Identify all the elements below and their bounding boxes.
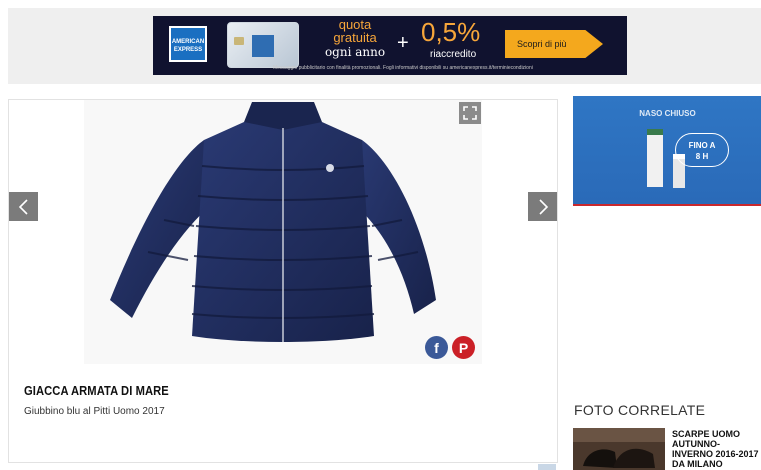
side-ad-headline: NASO CHIUSO bbox=[639, 109, 696, 118]
ad-headline-line2: gratuita bbox=[333, 30, 377, 45]
jacket-illustration bbox=[110, 102, 436, 342]
ad-choices-icon[interactable] bbox=[538, 464, 556, 470]
amex-logo: AMERICAN EXPRESS bbox=[169, 26, 207, 62]
chevron-right-icon bbox=[538, 198, 548, 215]
product-photo[interactable] bbox=[84, 100, 482, 364]
product-box-image bbox=[647, 129, 663, 187]
related-item-thumbnail[interactable] bbox=[573, 428, 665, 470]
gallery-next-button[interactable] bbox=[528, 192, 557, 221]
fullscreen-button[interactable] bbox=[459, 102, 481, 124]
ad-disclaimer: Messaggio pubblicitario con finalità pro… bbox=[273, 65, 533, 71]
amex-banner-ad[interactable]: AMERICAN EXPRESS quota gratuita ogni ann… bbox=[153, 16, 627, 75]
photo-gallery: f P GIACCA ARMATA DI MARE Giubbino blu a… bbox=[8, 99, 558, 463]
chevron-left-icon bbox=[18, 198, 28, 215]
side-ad-badge-line2: 8 H bbox=[695, 152, 709, 161]
card-centurion-logo bbox=[252, 35, 274, 57]
card-chip bbox=[234, 37, 244, 45]
gallery-prev-button[interactable] bbox=[9, 192, 38, 221]
ad-headline: quota gratuita bbox=[313, 18, 397, 44]
side-ad-badge: FINO A 8 H bbox=[675, 133, 729, 167]
fullscreen-icon bbox=[463, 106, 477, 120]
page: AMERICAN EXPRESS quota gratuita ogni ann… bbox=[0, 0, 761, 470]
ad-cta-button[interactable]: Scopri di più bbox=[505, 30, 603, 58]
side-ad-badge-line1: FINO A bbox=[688, 141, 716, 150]
related-photos-heading: FOTO CORRELATE bbox=[574, 402, 706, 418]
top-ad-strip: AMERICAN EXPRESS quota gratuita ogni ann… bbox=[8, 8, 761, 84]
side-banner-ad[interactable]: NASO CHIUSO FINO A 8 H bbox=[573, 96, 761, 206]
facebook-share-button[interactable]: f bbox=[425, 336, 448, 359]
pinterest-share-button[interactable]: P bbox=[452, 336, 475, 359]
related-item-title[interactable]: SCARPE UOMO AUTUNNO-INVERNO 2016-2017 DA… bbox=[672, 429, 760, 469]
credit-card-image bbox=[227, 22, 299, 68]
product-title: GIACCA ARMATA DI MARE bbox=[24, 383, 169, 398]
pinterest-icon: P bbox=[458, 339, 469, 356]
shoes-thumbnail-image bbox=[573, 428, 665, 470]
facebook-icon: f bbox=[434, 339, 439, 356]
ad-rate: 0,5% bbox=[421, 17, 481, 47]
ad-plus-sign: + bbox=[397, 32, 409, 54]
ad-headline-line3: ogni anno bbox=[324, 45, 386, 59]
ad-rate-label: riaccredito bbox=[430, 49, 477, 60]
product-subtitle: Giubbino blu al Pitti Uomo 2017 bbox=[24, 406, 165, 417]
